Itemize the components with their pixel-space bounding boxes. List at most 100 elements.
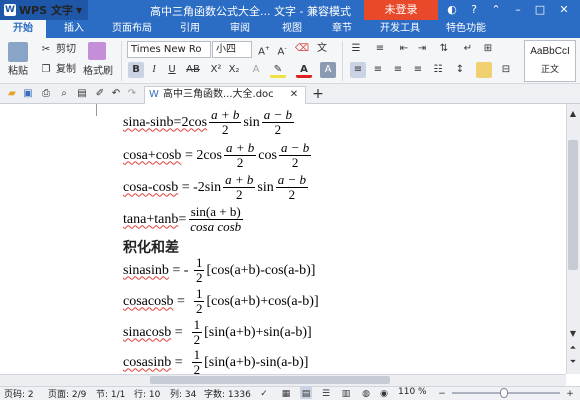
align-right-icon[interactable]: ≡ xyxy=(390,62,406,78)
export-pdf-icon[interactable]: ▤ xyxy=(74,86,90,102)
tab-close-icon[interactable]: ✕ xyxy=(288,87,300,101)
tab-references[interactable]: 引用 xyxy=(170,20,210,38)
save-icon[interactable]: ▣ xyxy=(20,86,36,102)
scroll-up-icon[interactable]: ▲ xyxy=(566,106,580,122)
highlight-icon[interactable]: ✎ xyxy=(270,62,286,78)
app-menu-button[interactable]: W WPS 文字 ▼ xyxy=(0,0,88,20)
numerator: sin(a + b) xyxy=(188,204,243,220)
divider xyxy=(342,41,343,81)
numerator: a + b xyxy=(223,172,256,188)
formula-text: = xyxy=(173,293,192,309)
borders-icon[interactable]: ⊟ xyxy=(498,62,514,78)
bold-icon[interactable]: B xyxy=(128,62,144,78)
horizontal-scroll-thumb[interactable] xyxy=(150,376,390,384)
document-tab[interactable]: 高中三角函数...大全.doc xyxy=(144,86,306,104)
print-preview-icon[interactable]: ⌕ xyxy=(56,86,72,102)
underline-icon[interactable]: U xyxy=(164,62,180,78)
decrease-indent-icon[interactable]: ⇤ xyxy=(396,41,412,57)
new-tab-icon[interactable]: + xyxy=(310,86,326,102)
font-color-icon[interactable]: A xyxy=(296,62,312,78)
tab-page-layout[interactable]: 页面布局 xyxy=(104,20,160,38)
increase-indent-icon[interactable]: ⇥ xyxy=(414,41,430,57)
line-spacing-icon[interactable]: ↕ xyxy=(452,62,468,78)
show-marks-icon[interactable]: ↵ xyxy=(460,41,476,57)
outline-view-icon[interactable]: ☰ xyxy=(320,386,332,399)
zoom-slider-thumb[interactable] xyxy=(500,388,508,398)
undo-icon[interactable]: ↶ xyxy=(108,86,124,102)
strikethrough-icon[interactable]: AB xyxy=(184,62,202,78)
numerator: a − b xyxy=(261,107,295,123)
justify-icon[interactable]: ≡ xyxy=(410,62,426,78)
format-painter-button[interactable]: 格式刷 xyxy=(80,64,116,80)
formula-lhs: sinasinb xyxy=(123,262,169,278)
align-left-icon[interactable]: ≡ xyxy=(350,62,366,78)
grow-font-icon[interactable]: A+ xyxy=(256,41,272,57)
wps-logo-icon: W xyxy=(4,4,16,16)
formula-line: cosacosb = 12 [cos(a+b)+cos(a-b)] xyxy=(123,287,319,316)
skin-icon[interactable]: ◐ xyxy=(444,2,460,18)
formula-lhs: tana+tanb xyxy=(123,211,179,227)
paste-icon[interactable] xyxy=(8,42,28,62)
vertical-scroll-thumb[interactable] xyxy=(568,140,578,270)
shading-icon[interactable] xyxy=(476,62,492,78)
divider xyxy=(121,41,122,81)
zoom-in-icon[interactable]: + xyxy=(564,386,576,399)
align-center-icon[interactable]: ≡ xyxy=(370,62,386,78)
tab-chapter[interactable]: 章节 xyxy=(322,20,362,38)
font-size-select[interactable]: 小四 xyxy=(212,41,252,58)
format-painter-small-icon[interactable]: ✐ xyxy=(92,86,108,102)
paste-button[interactable]: 粘贴 xyxy=(2,64,34,80)
window-title: 高中三角函数公式大全... 文字 - 兼容模式 xyxy=(150,5,351,18)
font-name-select[interactable]: Times New Ro xyxy=(127,41,211,58)
open-icon[interactable]: ▰ xyxy=(4,86,20,102)
tab-developer[interactable]: 开发工具 xyxy=(372,20,428,38)
style-name: 正文 xyxy=(540,65,559,75)
tab-insert[interactable]: 插入 xyxy=(54,20,94,38)
login-button[interactable]: 未登录 xyxy=(364,0,438,20)
text-effect-icon[interactable]: A xyxy=(248,62,264,78)
help-icon[interactable]: ? xyxy=(466,2,482,18)
redo-icon[interactable]: ↷ xyxy=(124,86,140,102)
style-gallery[interactable]: AaBbCcI 正文 xyxy=(524,40,576,82)
minimize-icon[interactable]: – xyxy=(510,2,526,18)
shrink-font-icon[interactable]: A- xyxy=(274,41,290,57)
formula-lhs: cosa+cosb xyxy=(123,147,182,163)
italic-icon[interactable]: I xyxy=(146,62,162,78)
distribute-icon[interactable]: ☷ xyxy=(430,62,446,78)
copy-button[interactable]: 复制 xyxy=(54,62,78,78)
gridlines-icon[interactable]: ⊞ xyxy=(480,41,496,57)
subscript-icon[interactable]: X₂ xyxy=(226,62,242,78)
pinyin-icon[interactable]: 文 xyxy=(314,41,330,57)
numbered-list-icon[interactable]: ≡ xyxy=(372,41,388,57)
eye-protection-icon[interactable]: ◉ xyxy=(378,386,390,399)
chinese-layout-icon[interactable]: ⇅ xyxy=(436,41,452,57)
spellcheck-icon[interactable]: ✓ xyxy=(258,386,270,399)
zoom-level[interactable]: 110 % xyxy=(398,387,427,397)
tab-view[interactable]: 视图 xyxy=(272,20,312,38)
format-painter-icon[interactable] xyxy=(88,42,106,60)
zoom-out-icon[interactable]: − xyxy=(436,386,448,399)
page-view-icon[interactable]: ▤ xyxy=(300,386,312,399)
clear-format-icon[interactable]: ⌫ xyxy=(294,41,310,57)
copy-icon[interactable]: ❐ xyxy=(38,62,54,78)
status-page-number: 页码: 2 xyxy=(4,390,34,400)
tab-home[interactable]: 开始 xyxy=(0,20,46,38)
formula-rhs: [cos(a+b)+cos(a-b)] xyxy=(206,293,319,309)
scissors-icon[interactable]: ✂ xyxy=(38,42,54,58)
formula-line: tana+tanb = sin(a + b) cosa cosb xyxy=(123,205,245,234)
fraction: 12 xyxy=(193,287,205,316)
close-icon[interactable]: ✕ xyxy=(556,2,572,18)
superscript-icon[interactable]: X² xyxy=(208,62,224,78)
tab-review[interactable]: 审阅 xyxy=(220,20,260,38)
cut-button[interactable]: 剪切 xyxy=(54,42,78,58)
print-icon[interactable]: ⎙ xyxy=(38,86,54,102)
maximize-icon[interactable]: □ xyxy=(532,2,548,18)
bullet-list-icon[interactable]: ☰ xyxy=(348,41,364,57)
tab-special[interactable]: 特色功能 xyxy=(436,20,496,38)
read-view-icon[interactable]: ▥ xyxy=(340,386,352,399)
collapse-icon[interactable]: ⌃ xyxy=(488,2,504,18)
char-shading-icon[interactable]: A xyxy=(320,62,336,78)
next-page-icon[interactable]: ⏷ xyxy=(566,354,580,370)
web-view-icon[interactable]: ◍ xyxy=(360,386,372,399)
compat-mode-icon[interactable]: ▦ xyxy=(280,386,292,399)
